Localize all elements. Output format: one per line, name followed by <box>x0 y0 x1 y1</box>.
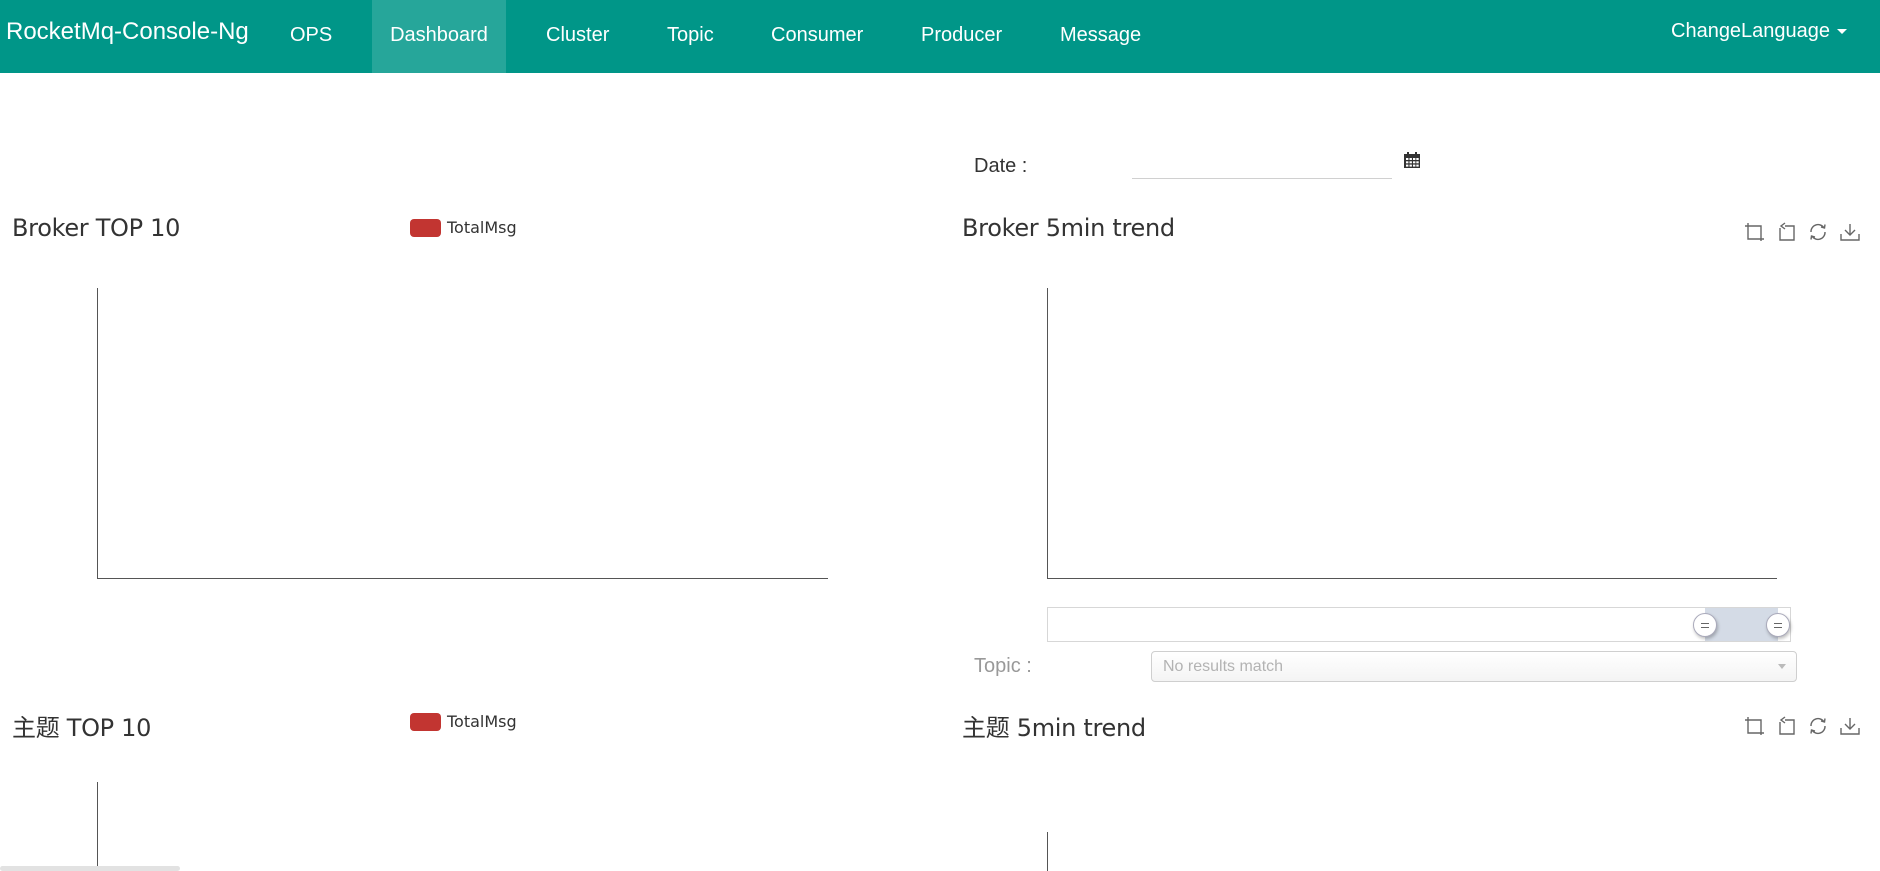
topic-select[interactable]: No results match <box>1151 651 1797 682</box>
nav-item-consumer[interactable]: Consumer <box>771 0 863 73</box>
topic-trend-title: 主题 5min trend <box>962 714 1146 742</box>
broker-top-title: Broker TOP 10 <box>12 214 181 242</box>
nav-item-dashboard[interactable]: Dashboard <box>372 0 506 73</box>
nav-item-message[interactable]: Message <box>1060 0 1141 73</box>
zoom-icon[interactable] <box>1744 221 1766 243</box>
nav-item-topic[interactable]: Topic <box>667 0 714 73</box>
legend-swatch <box>410 713 441 731</box>
legend-label: TotalMsg <box>447 218 517 237</box>
dropdown-arrow-icon <box>1778 664 1786 669</box>
topic-top-chart-axes <box>97 782 828 871</box>
date-label: Date : <box>974 155 1028 177</box>
topic-trend-toolbox <box>1744 715 1864 739</box>
restore-icon[interactable] <box>1807 221 1829 243</box>
topic-trend-chart-axes <box>1047 832 1777 871</box>
brand-logo-text[interactable]: RocketMq-Console-Ng <box>6 18 249 46</box>
data-zoom-start-handle[interactable] <box>1693 613 1717 637</box>
date-input[interactable] <box>1132 148 1392 179</box>
topic-top-legend[interactable]: TotalMsg <box>410 712 530 732</box>
horizontal-scrollbar[interactable] <box>0 866 180 871</box>
nav-item-producer[interactable]: Producer <box>921 0 1002 73</box>
save-image-icon[interactable] <box>1839 221 1861 243</box>
broker-trend-chart-axes <box>1047 288 1777 579</box>
calendar-icon[interactable] <box>1403 151 1421 169</box>
data-zoom-end-handle[interactable] <box>1766 613 1790 637</box>
save-image-icon[interactable] <box>1839 715 1861 737</box>
zoom-reset-icon[interactable] <box>1776 221 1798 243</box>
topic-label: Topic : <box>974 655 1032 677</box>
nav-item-cluster[interactable]: Cluster <box>546 0 609 73</box>
restore-icon[interactable] <box>1807 715 1829 737</box>
zoom-reset-icon[interactable] <box>1776 715 1798 737</box>
legend-label: TotalMsg <box>447 712 517 731</box>
caret-down-icon <box>1837 29 1848 35</box>
topic-select-text: No results match <box>1163 658 1284 675</box>
topic-top-title: 主题 TOP 10 <box>12 714 152 742</box>
nav-item-ops[interactable]: OPS <box>290 0 332 73</box>
zoom-icon[interactable] <box>1744 715 1766 737</box>
broker-top-chart-axes <box>97 288 828 579</box>
top-navbar: RocketMq-Console-Ng OPS Dashboard Cluste… <box>0 0 1880 73</box>
change-language-dropdown[interactable]: ChangeLanguage <box>1671 0 1848 73</box>
broker-trend-title: Broker 5min trend <box>962 214 1175 242</box>
change-language-label: ChangeLanguage <box>1671 20 1831 42</box>
broker-trend-toolbox <box>1744 221 1864 245</box>
legend-swatch <box>410 219 441 237</box>
broker-top-legend[interactable]: TotalMsg <box>410 218 530 238</box>
broker-trend-data-zoom[interactable] <box>1047 607 1791 642</box>
